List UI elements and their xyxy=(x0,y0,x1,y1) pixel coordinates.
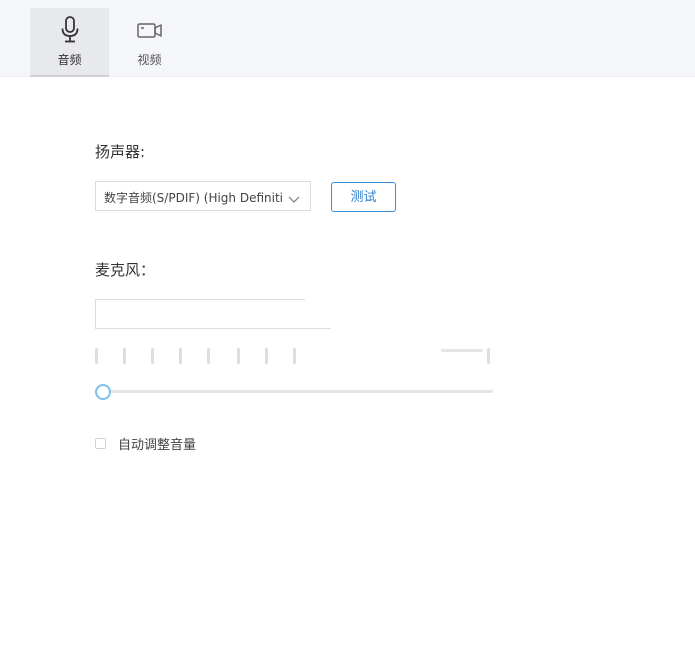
slider-track xyxy=(103,390,493,393)
auto-adjust-volume-checkbox[interactable] xyxy=(95,437,106,449)
speaker-device-value: 数字音频(S/PDIF) (High Definition Audio Devi… xyxy=(104,191,282,205)
auto-adjust-volume-option[interactable]: 自动调整音量 xyxy=(95,433,196,453)
tab-video-label: 视频 xyxy=(137,53,162,67)
speaker-label: 扬声器: xyxy=(95,143,146,161)
level-bar xyxy=(207,348,210,364)
level-bar xyxy=(123,348,126,364)
speaker-device-select[interactable]: 数字音频(S/PDIF) (High Definition Audio Devi… xyxy=(95,181,311,211)
slider-thumb[interactable] xyxy=(95,384,111,400)
microphone-device-select[interactable] xyxy=(95,299,331,329)
level-bar xyxy=(265,348,268,364)
level-bar xyxy=(95,348,98,364)
level-bar xyxy=(179,348,182,364)
settings-tab-bar: 音频 视频 xyxy=(0,0,695,77)
level-bar xyxy=(293,348,296,364)
auto-adjust-volume-label: 自动调整音量 xyxy=(118,437,197,453)
video-camera-icon xyxy=(110,16,189,44)
chevron-down-icon xyxy=(288,190,300,209)
level-bar xyxy=(237,348,240,364)
level-indicator-line xyxy=(441,349,483,352)
microphone-icon xyxy=(30,16,109,44)
microphone-volume-slider[interactable] xyxy=(95,383,495,401)
level-bar xyxy=(151,348,154,364)
tab-audio-label: 音频 xyxy=(57,53,82,67)
speaker-test-button[interactable]: 测试 xyxy=(331,182,396,212)
microphone-label: 麦克风： xyxy=(95,261,156,279)
level-bar-end xyxy=(487,348,490,364)
tab-video[interactable]: 视频 xyxy=(110,8,189,77)
microphone-level-meter xyxy=(95,346,495,366)
tab-audio[interactable]: 音频 xyxy=(30,8,109,77)
